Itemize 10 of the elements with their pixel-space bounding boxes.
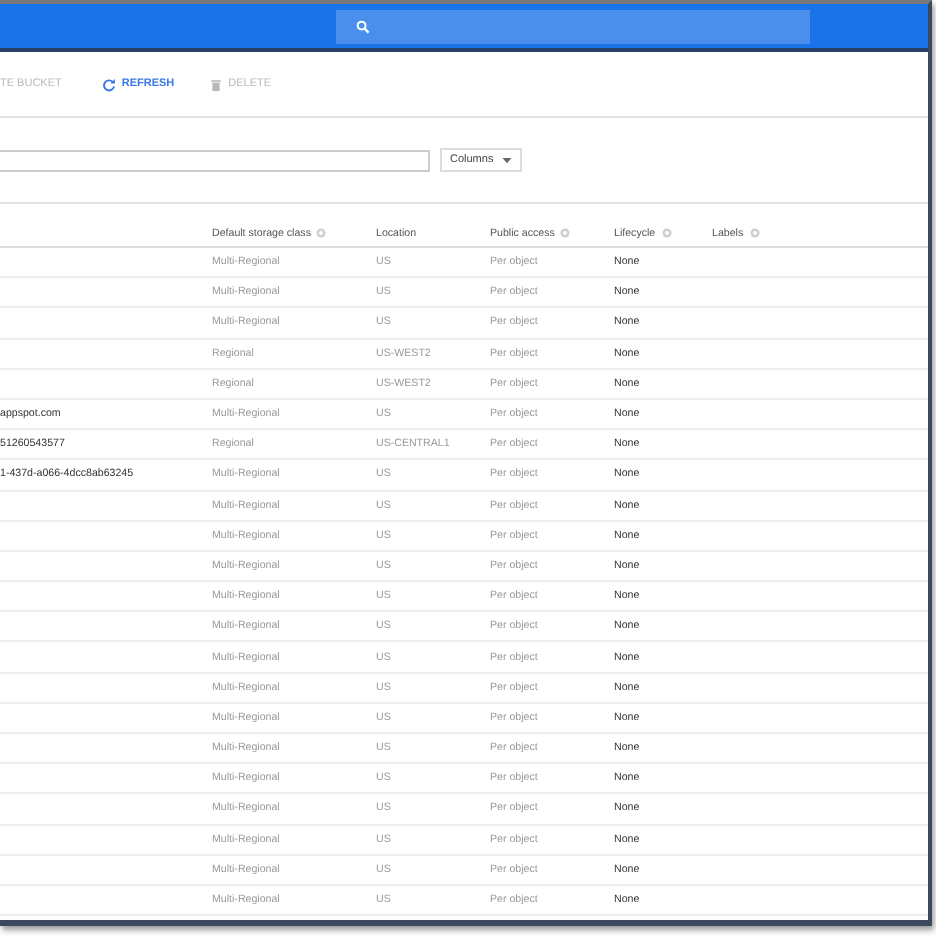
search-icon	[356, 19, 370, 33]
help-icon	[560, 228, 571, 238]
help-icon	[316, 228, 327, 238]
refresh-icon	[101, 77, 116, 91]
search-field[interactable]	[336, 9, 810, 43]
help-icon	[749, 228, 760, 238]
filter-field[interactable]	[0, 149, 430, 171]
caret-icon	[501, 157, 512, 163]
trash-icon	[210, 77, 223, 91]
help-icon	[661, 228, 672, 238]
